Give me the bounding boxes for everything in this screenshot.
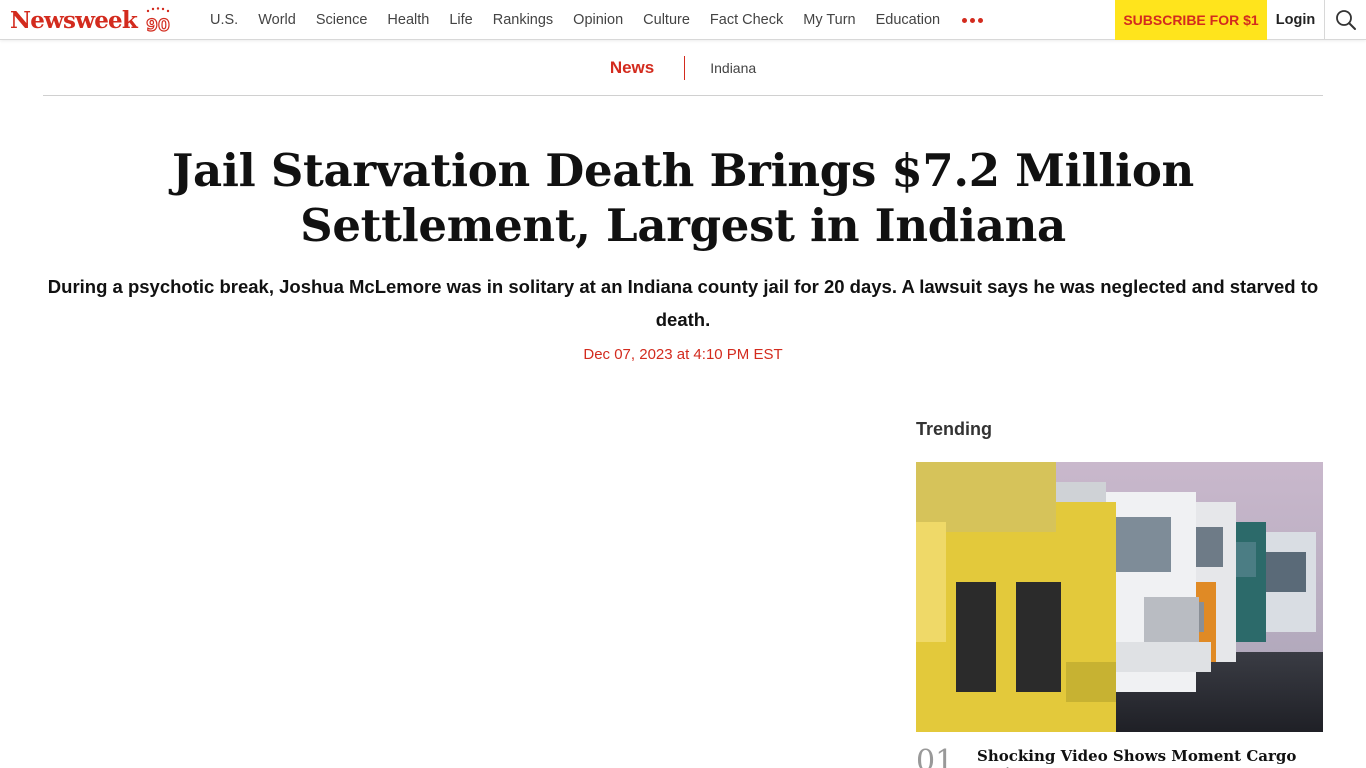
svg-text:90: 90 [146,16,170,33]
nav-link-education[interactable]: Education [866,12,951,28]
breadcrumb: News Indiana [43,41,1323,96]
nav-link-fact-check[interactable]: Fact Check [700,12,793,28]
trending-heading: Trending [916,419,992,439]
nav-link-health[interactable]: Health [377,12,439,28]
breadcrumb-tag-indiana[interactable]: Indiana [685,60,756,76]
article-dek: During a psychotic break, Joshua McLemor… [47,276,1319,330]
nav-link-life[interactable]: Life [439,12,482,28]
newsweek-logo[interactable]: Newsweek 90 [10,6,171,37]
top-nav: Newsweek 90 U.S. World Science Health Li… [0,0,1366,40]
article-dateline: Dec 07, 2023 at 4:10 PM EST [583,346,783,363]
login-button[interactable]: Login [1267,0,1325,40]
anniversary-badge: 90 [145,7,171,37]
logo-wordmark: Newsweek [10,6,138,34]
search-icon [1336,10,1356,30]
breadcrumb-section-news[interactable]: News [610,58,684,78]
nav-link-my-turn[interactable]: My Turn [793,12,865,28]
nav-link-science[interactable]: Science [306,12,378,28]
nav-link-us[interactable]: U.S. [200,12,248,28]
trending-item-headline[interactable]: Shocking Video Shows Moment Cargo Train [977,747,1323,768]
trending-image[interactable] [916,462,1323,732]
nav-link-culture[interactable]: Culture [633,12,700,28]
nav-link-world[interactable]: World [248,12,306,28]
nav-link-rankings[interactable]: Rankings [483,12,563,28]
article-headline: Jail Starvation Death Brings $7.2 Millio… [172,144,1194,252]
more-dots-icon[interactable] [958,17,987,23]
search-button[interactable] [1326,0,1366,40]
subscribe-button[interactable]: SUBSCRIBE FOR $1 [1115,0,1267,40]
nav-link-opinion[interactable]: Opinion [563,12,633,28]
section-nav: U.S. World Science Health Life Rankings … [200,0,987,40]
trending-item-number: 01 [916,744,955,768]
